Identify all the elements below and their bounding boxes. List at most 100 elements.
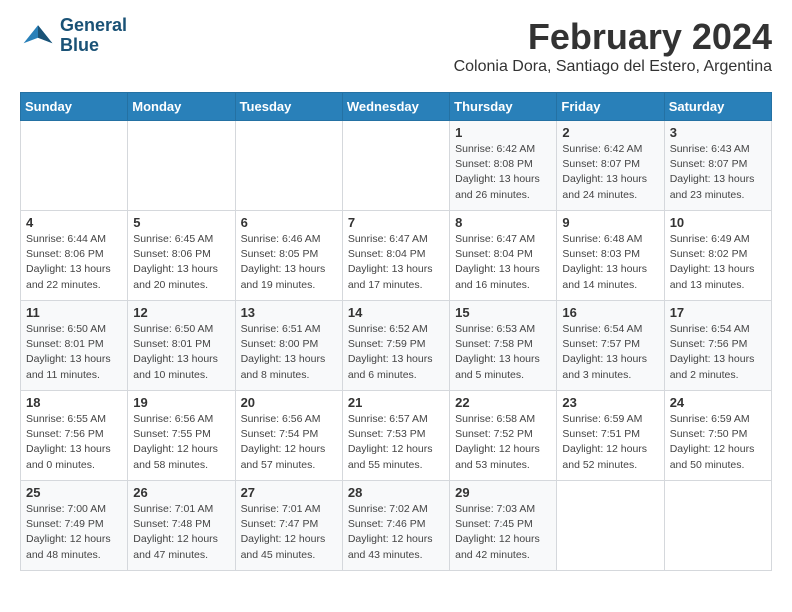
day-number: 1 — [455, 125, 551, 140]
header-friday: Friday — [557, 93, 664, 121]
calendar-cell — [557, 481, 664, 571]
calendar-table: SundayMondayTuesdayWednesdayThursdayFrid… — [20, 92, 772, 571]
header-tuesday: Tuesday — [235, 93, 342, 121]
day-info: Sunrise: 6:54 AM Sunset: 7:57 PM Dayligh… — [562, 322, 658, 383]
calendar-cell: 28 Sunrise: 7:02 AM Sunset: 7:46 PM Dayli… — [342, 481, 449, 571]
calendar-cell: 18 Sunrise: 6:55 AM Sunset: 7:56 PM Dayli… — [21, 391, 128, 481]
day-info: Sunrise: 6:57 AM Sunset: 7:53 PM Dayligh… — [348, 412, 444, 473]
day-info: Sunrise: 6:44 AM Sunset: 8:06 PM Dayligh… — [26, 232, 122, 293]
calendar-cell: 13Sunrise: 6:51 AM Sunset: 8:00 PM Dayli… — [235, 301, 342, 391]
day-number: 12 — [133, 305, 229, 320]
calendar-cell: 4 Sunrise: 6:44 AM Sunset: 8:06 PM Daylig… — [21, 211, 128, 301]
day-number: 15 — [455, 305, 551, 320]
day-number: 20 — [241, 395, 337, 410]
day-info: Sunrise: 6:52 AM Sunset: 7:59 PM Dayligh… — [348, 322, 444, 383]
logo-icon — [20, 18, 56, 54]
calendar-cell: 1 Sunrise: 6:42 AM Sunset: 8:08 PM Daylig… — [450, 121, 557, 211]
calendar-cell — [664, 481, 771, 571]
day-info: Sunrise: 6:46 AM Sunset: 8:05 PM Dayligh… — [241, 232, 337, 293]
day-info: Sunrise: 6:48 AM Sunset: 8:03 PM Dayligh… — [562, 232, 658, 293]
day-info: Sunrise: 6:58 AM Sunset: 7:52 PM Dayligh… — [455, 412, 551, 473]
day-number: 16 — [562, 305, 658, 320]
location-title: Colonia Dora, Santiago del Estero, Argen… — [454, 58, 772, 76]
day-info: Sunrise: 7:02 AM Sunset: 7:46 PM Dayligh… — [348, 502, 444, 563]
day-info: Sunrise: 6:56 AM Sunset: 7:54 PM Dayligh… — [241, 412, 337, 473]
day-info: Sunrise: 6:42 AM Sunset: 8:08 PM Dayligh… — [455, 142, 551, 203]
day-number: 22 — [455, 395, 551, 410]
header-monday: Monday — [128, 93, 235, 121]
day-info: Sunrise: 6:49 AM Sunset: 8:02 PM Dayligh… — [670, 232, 766, 293]
day-number: 8 — [455, 215, 551, 230]
calendar-cell: 29 Sunrise: 7:03 AM Sunset: 7:45 PM Dayli… — [450, 481, 557, 571]
calendar-cell: 23 Sunrise: 6:59 AM Sunset: 7:51 PM Dayli… — [557, 391, 664, 481]
header-saturday: Saturday — [664, 93, 771, 121]
day-info: Sunrise: 6:42 AM Sunset: 8:07 PM Dayligh… — [562, 142, 658, 203]
calendar-cell: 5Sunrise: 6:45 AM Sunset: 8:06 PM Daylig… — [128, 211, 235, 301]
calendar-cell: 6 Sunrise: 6:46 AM Sunset: 8:05 PM Daylig… — [235, 211, 342, 301]
day-number: 7 — [348, 215, 444, 230]
day-number: 4 — [26, 215, 122, 230]
calendar-cell: 3 Sunrise: 6:43 AM Sunset: 8:07 PM Daylig… — [664, 121, 771, 211]
day-info: Sunrise: 6:56 AM Sunset: 7:55 PM Dayligh… — [133, 412, 229, 473]
day-number: 2 — [562, 125, 658, 140]
logo: General Blue — [20, 16, 127, 56]
calendar-cell — [235, 121, 342, 211]
calendar-week-row: 18 Sunrise: 6:55 AM Sunset: 7:56 PM Dayli… — [21, 391, 772, 481]
day-number: 29 — [455, 485, 551, 500]
calendar-cell: 9 Sunrise: 6:48 AM Sunset: 8:03 PM Daylig… — [557, 211, 664, 301]
day-info: Sunrise: 7:03 AM Sunset: 7:45 PM Dayligh… — [455, 502, 551, 563]
calendar-cell: 20 Sunrise: 6:56 AM Sunset: 7:54 PM Dayli… — [235, 391, 342, 481]
calendar-cell — [342, 121, 449, 211]
day-number: 11 — [26, 305, 122, 320]
calendar-cell: 8 Sunrise: 6:47 AM Sunset: 8:04 PM Daylig… — [450, 211, 557, 301]
calendar-cell — [128, 121, 235, 211]
calendar-week-row: 25Sunrise: 7:00 AM Sunset: 7:49 PM Dayli… — [21, 481, 772, 571]
day-info: Sunrise: 6:55 AM Sunset: 7:56 PM Dayligh… — [26, 412, 122, 473]
day-number: 6 — [241, 215, 337, 230]
day-info: Sunrise: 7:01 AM Sunset: 7:47 PM Dayligh… — [241, 502, 337, 563]
day-info: Sunrise: 6:59 AM Sunset: 7:51 PM Dayligh… — [562, 412, 658, 473]
calendar-cell: 12 Sunrise: 6:50 AM Sunset: 8:01 PM Dayli… — [128, 301, 235, 391]
day-info: Sunrise: 6:47 AM Sunset: 8:04 PM Dayligh… — [455, 232, 551, 293]
day-info: Sunrise: 6:51 AM Sunset: 8:00 PM Dayligh… — [241, 322, 337, 383]
header-sunday: Sunday — [21, 93, 128, 121]
calendar-cell: 22 Sunrise: 6:58 AM Sunset: 7:52 PM Dayli… — [450, 391, 557, 481]
day-number: 23 — [562, 395, 658, 410]
day-number: 18 — [26, 395, 122, 410]
day-number: 3 — [670, 125, 766, 140]
calendar-cell — [21, 121, 128, 211]
calendar-cell: 15 Sunrise: 6:53 AM Sunset: 7:58 PM Dayli… — [450, 301, 557, 391]
calendar-cell: 17 Sunrise: 6:54 AM Sunset: 7:56 PM Dayli… — [664, 301, 771, 391]
header-wednesday: Wednesday — [342, 93, 449, 121]
day-number: 24 — [670, 395, 766, 410]
calendar-cell: 2 Sunrise: 6:42 AM Sunset: 8:07 PM Daylig… — [557, 121, 664, 211]
day-number: 19 — [133, 395, 229, 410]
calendar-cell: 7Sunrise: 6:47 AM Sunset: 8:04 PM Daylig… — [342, 211, 449, 301]
page-header: General Blue February 2024 Colonia Dora,… — [20, 16, 772, 88]
calendar-cell: 19 Sunrise: 6:56 AM Sunset: 7:55 PM Dayli… — [128, 391, 235, 481]
day-number: 26 — [133, 485, 229, 500]
day-number: 21 — [348, 395, 444, 410]
header-right: February 2024 Colonia Dora, Santiago del… — [454, 16, 772, 86]
day-info: Sunrise: 6:50 AM Sunset: 8:01 PM Dayligh… — [133, 322, 229, 383]
day-number: 17 — [670, 305, 766, 320]
day-number: 10 — [670, 215, 766, 230]
day-info: Sunrise: 6:53 AM Sunset: 7:58 PM Dayligh… — [455, 322, 551, 383]
calendar-cell: 26 Sunrise: 7:01 AM Sunset: 7:48 PM Dayli… — [128, 481, 235, 571]
day-info: Sunrise: 7:01 AM Sunset: 7:48 PM Dayligh… — [133, 502, 229, 563]
day-info: Sunrise: 6:54 AM Sunset: 7:56 PM Dayligh… — [670, 322, 766, 383]
day-info: Sunrise: 6:50 AM Sunset: 8:01 PM Dayligh… — [26, 322, 122, 383]
day-number: 9 — [562, 215, 658, 230]
calendar-week-row: 11 Sunrise: 6:50 AM Sunset: 8:01 PM Dayli… — [21, 301, 772, 391]
day-number: 28 — [348, 485, 444, 500]
calendar-cell: 21 Sunrise: 6:57 AM Sunset: 7:53 PM Dayli… — [342, 391, 449, 481]
day-number: 5 — [133, 215, 229, 230]
calendar-cell: 24Sunrise: 6:59 AM Sunset: 7:50 PM Dayli… — [664, 391, 771, 481]
calendar-cell: 14 Sunrise: 6:52 AM Sunset: 7:59 PM Dayli… — [342, 301, 449, 391]
calendar-cell: 11 Sunrise: 6:50 AM Sunset: 8:01 PM Dayli… — [21, 301, 128, 391]
day-number: 14 — [348, 305, 444, 320]
calendar-cell: 25Sunrise: 7:00 AM Sunset: 7:49 PM Dayli… — [21, 481, 128, 571]
day-info: Sunrise: 6:43 AM Sunset: 8:07 PM Dayligh… — [670, 142, 766, 203]
month-title: February 2024 — [454, 16, 772, 58]
day-info: Sunrise: 7:00 AM Sunset: 7:49 PM Dayligh… — [26, 502, 122, 563]
